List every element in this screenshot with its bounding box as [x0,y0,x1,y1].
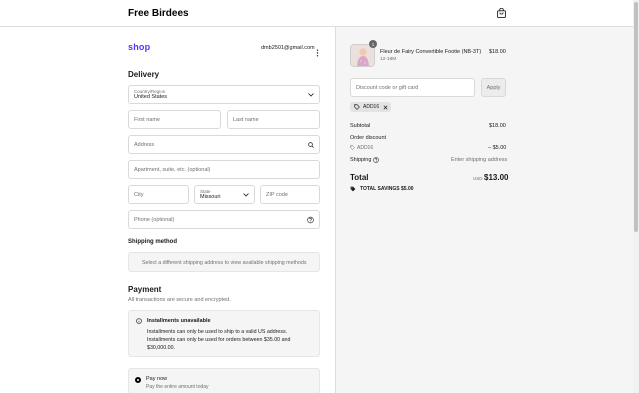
order-discount-code: ADD16 [357,145,374,151]
first-name-placeholder: First name [134,116,160,123]
delivery-title: Delivery [128,70,160,79]
help-circle-icon[interactable] [307,216,314,223]
pay-now-subtitle: Pay the entire amount today [146,384,209,390]
payment-title: Payment [128,285,162,294]
product-image [351,45,374,66]
pay-now-radio[interactable] [135,377,141,383]
payment-subtitle: All transactions are secure and encrypte… [128,297,231,303]
installments-title: Installments unavailable [147,318,211,324]
state-select[interactable]: State Missouri [194,185,255,204]
quantity-badge: 1 [369,40,377,48]
more-vertical-icon [316,49,319,57]
address-placeholder: Address [134,141,155,148]
phone-field[interactable]: Phone (optional) [128,210,320,229]
total-savings-label: TOTAL SAVINGS [360,186,400,192]
zip-field[interactable]: ZIP code [260,185,320,204]
zip-placeholder: ZIP code [266,191,288,198]
last-name-field[interactable]: Last name [227,110,320,129]
total-currency: USD [473,176,483,181]
total-savings-value: $5.00 [401,186,414,192]
discount-code-placeholder: Discount code or gift card [356,84,419,91]
scrollbar-thumb[interactable] [634,2,638,232]
country-value: United States [134,94,168,100]
product-name: Fleur de Fairy Convertible Footie (NB-3T… [380,49,482,55]
tag-icon [350,145,355,150]
shipping-value: Enter shipping address [451,157,508,163]
pay-now-option[interactable]: Pay now Pay the entire amount today [128,368,320,393]
discount-code-input[interactable]: Discount code or gift card [350,78,475,97]
help-circle-icon[interactable] [373,157,379,163]
store-name[interactable]: Free Birdees [128,8,189,19]
subtotal-value: $18.00 [489,123,506,129]
apartment-placeholder: Apartment, suite, etc. (optional) [134,166,211,173]
shipping-method-box: Select a different shipping address to v… [128,252,320,272]
tag-icon [350,186,356,192]
phone-placeholder: Phone (optional) [134,216,175,223]
product-variant: 12-18M [380,57,397,62]
tag-icon [354,104,360,110]
applied-discount-chip: ADD16 [350,102,391,112]
store-header: Free Birdees [0,0,639,27]
shipping-method-title: Shipping method [128,239,177,245]
shipping-method-message: Select a different shipping address to v… [142,260,307,266]
last-name-placeholder: Last name [233,116,259,123]
first-name-field[interactable]: First name [128,110,221,129]
address-field[interactable]: Address [128,135,320,154]
installments-line-2: Installments can only be used for orders… [147,337,291,343]
total-label: Total [350,173,369,182]
total-value: $13.00 [484,173,509,182]
city-placeholder: City [134,191,144,198]
shopping-bag-icon [496,8,506,18]
page-scrollbar[interactable] [633,0,639,393]
search-icon [308,141,314,148]
country-select[interactable]: Country/Region United States [128,85,320,104]
chevron-down-icon [308,92,314,97]
account-email: dmb2501@gmail.com [261,45,315,51]
installments-line-1: Installments can only be used to ship to… [147,329,288,335]
subtotal-label: Subtotal [350,123,371,129]
info-icon [136,318,142,324]
account-menu-button[interactable] [316,44,319,57]
cart-button[interactable] [494,6,508,20]
order-discount-label: Order discount [350,135,387,141]
city-field[interactable]: City [128,185,189,204]
apply-discount-button[interactable]: Apply [481,78,506,97]
applied-discount-code: ADD16 [363,104,380,110]
close-icon[interactable] [383,105,388,110]
pay-now-title: Pay now [146,376,168,382]
state-value: Missouri [200,194,221,200]
installments-notice: Installments unavailable Installments ca… [128,310,320,357]
product-price: $18.00 [489,49,506,55]
apartment-field[interactable]: Apartment, suite, etc. (optional) [128,160,320,179]
shop-pay-logo: shop [128,42,151,52]
chevron-down-icon [243,192,249,197]
order-discount-value: – $5.00 [488,145,507,151]
shipping-label: Shipping [350,157,372,163]
installments-line-3: $30,000.00. [147,345,175,351]
